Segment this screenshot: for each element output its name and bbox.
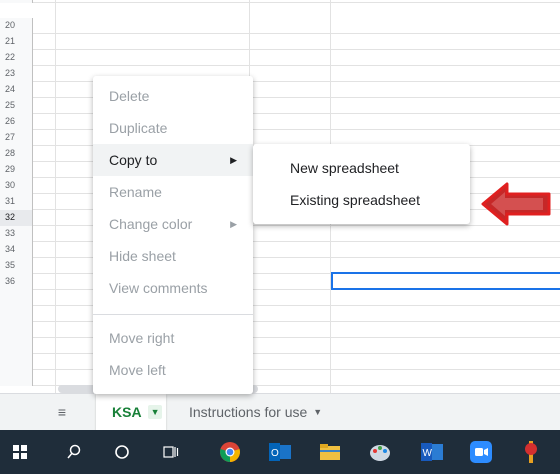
row-number[interactable]: 22 bbox=[0, 50, 33, 66]
row-number[interactable]: 20 bbox=[0, 18, 33, 34]
menu-item-label: Duplicate bbox=[109, 120, 168, 136]
windows-start-icon[interactable] bbox=[6, 438, 34, 466]
menu-item-label: Delete bbox=[109, 88, 150, 104]
menu-divider bbox=[93, 314, 253, 315]
row-number[interactable] bbox=[0, 290, 33, 306]
table-row bbox=[0, 0, 560, 3]
windows-taskbar: O W bbox=[0, 430, 560, 474]
sheet-tab-bar: ≡ KSA ▼ Instructions for use ▼ bbox=[0, 393, 560, 430]
table-row bbox=[0, 290, 560, 306]
table-row bbox=[0, 354, 560, 370]
table-row bbox=[0, 338, 560, 354]
submenu-item-new-spreadsheet[interactable]: New spreadsheet bbox=[253, 152, 470, 184]
row-number[interactable]: 23 bbox=[0, 66, 33, 82]
cortana-icon[interactable] bbox=[108, 438, 136, 466]
table-row bbox=[0, 370, 560, 386]
outlook-icon[interactable]: O bbox=[266, 438, 294, 466]
row-number[interactable] bbox=[0, 0, 33, 3]
menu-item-label: Copy to bbox=[109, 152, 158, 168]
table-row bbox=[0, 322, 560, 338]
copy-to-submenu: New spreadsheet Existing spreadsheet bbox=[253, 144, 470, 224]
row-number[interactable]: 34 bbox=[0, 242, 33, 258]
row-number[interactable]: 32 bbox=[0, 210, 33, 226]
search-icon[interactable] bbox=[60, 438, 88, 466]
table-row: 23 bbox=[0, 66, 560, 82]
all-sheets-menu-icon[interactable]: ≡ bbox=[52, 402, 72, 422]
table-row: 33 bbox=[0, 226, 560, 242]
app-icon[interactable] bbox=[517, 438, 545, 466]
menu-item-label: Move left bbox=[109, 362, 166, 378]
table-row: 24 bbox=[0, 82, 560, 98]
menu-item-label: Rename bbox=[109, 184, 162, 200]
menu-item-view-comments[interactable]: View comments bbox=[93, 272, 253, 304]
menu-item-label: Move right bbox=[109, 330, 175, 346]
sheet-tab-label: Instructions for use bbox=[189, 404, 308, 420]
row-number[interactable]: 36 bbox=[0, 274, 33, 290]
caret-down-icon[interactable]: ▼ bbox=[147, 405, 163, 419]
svg-text:W: W bbox=[423, 448, 433, 459]
row-number[interactable] bbox=[0, 370, 33, 386]
row-number[interactable]: 33 bbox=[0, 226, 33, 242]
table-row: 34 bbox=[0, 242, 560, 258]
word-icon[interactable]: W bbox=[418, 438, 446, 466]
row-number[interactable] bbox=[0, 354, 33, 370]
row-number[interactable]: 26 bbox=[0, 114, 33, 130]
row-number[interactable]: 31 bbox=[0, 194, 33, 210]
annotation-arrow-icon bbox=[481, 182, 551, 226]
menu-item-change-color[interactable]: Change color ▶ bbox=[93, 208, 253, 240]
file-explorer-icon[interactable] bbox=[316, 438, 344, 466]
selected-cell[interactable] bbox=[331, 272, 560, 290]
menu-item-hide-sheet[interactable]: Hide sheet bbox=[93, 240, 253, 272]
row-number[interactable]: 25 bbox=[0, 98, 33, 114]
menu-item-label: Change color bbox=[109, 216, 193, 232]
row-number[interactable]: 35 bbox=[0, 258, 33, 274]
sheet-tab-instructions[interactable]: Instructions for use ▼ bbox=[175, 394, 322, 430]
row-number[interactable]: 24 bbox=[0, 82, 33, 98]
menu-item-label: View comments bbox=[109, 280, 208, 296]
menu-item-rename[interactable]: Rename bbox=[93, 176, 253, 208]
menu-item-delete[interactable]: Delete bbox=[93, 80, 253, 112]
table-row bbox=[0, 306, 560, 322]
row-number[interactable] bbox=[0, 338, 33, 354]
submenu-item-label: New spreadsheet bbox=[290, 160, 399, 176]
table-row: 21 bbox=[0, 34, 560, 50]
zoom-icon[interactable] bbox=[467, 438, 495, 466]
chrome-icon[interactable] bbox=[216, 438, 244, 466]
row-number[interactable]: 30 bbox=[0, 178, 33, 194]
row-number[interactable]: 27 bbox=[0, 130, 33, 146]
submenu-item-label: Existing spreadsheet bbox=[290, 192, 420, 208]
table-row: 26 bbox=[0, 114, 560, 130]
sheet-context-menu: Delete Duplicate Copy to ▶ Rename Change … bbox=[93, 76, 253, 394]
sheet-tab-label: KSA bbox=[112, 404, 142, 420]
row-number[interactable]: 21 bbox=[0, 34, 33, 50]
submenu-arrow-icon: ▶ bbox=[230, 154, 237, 165]
paint-icon[interactable] bbox=[366, 438, 394, 466]
task-view-icon[interactable] bbox=[157, 438, 185, 466]
svg-text:O: O bbox=[271, 448, 279, 459]
menu-item-move-left[interactable]: Move left bbox=[93, 354, 253, 386]
submenu-item-existing-spreadsheet[interactable]: Existing spreadsheet bbox=[253, 184, 470, 216]
caret-down-icon[interactable]: ▼ bbox=[313, 407, 322, 417]
table-row: 22 bbox=[0, 50, 560, 66]
submenu-arrow-icon: ▶ bbox=[230, 218, 237, 229]
menu-item-move-right[interactable]: Move right bbox=[93, 322, 253, 354]
row-number[interactable]: 29 bbox=[0, 162, 33, 178]
table-row: 25 bbox=[0, 98, 560, 114]
table-row: 20 bbox=[0, 18, 560, 34]
menu-item-duplicate[interactable]: Duplicate bbox=[93, 112, 253, 144]
row-number[interactable]: 28 bbox=[0, 146, 33, 162]
menu-item-label: Hide sheet bbox=[109, 248, 176, 264]
sheet-tab-ksa[interactable]: KSA ▼ bbox=[96, 394, 166, 430]
menu-item-copy-to[interactable]: Copy to ▶ bbox=[93, 144, 253, 176]
row-number[interactable] bbox=[0, 322, 33, 338]
row-number[interactable] bbox=[0, 306, 33, 322]
